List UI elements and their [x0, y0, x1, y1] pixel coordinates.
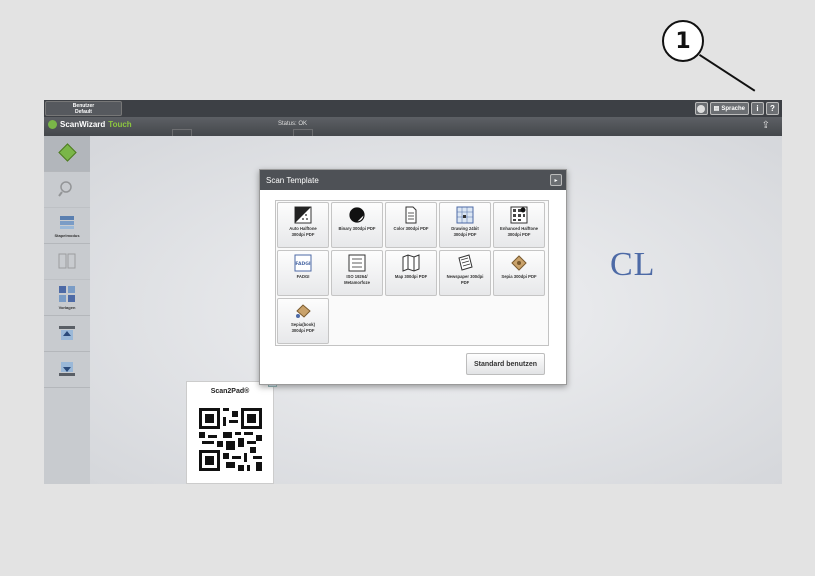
top-bar: Benutzer Default ▤ Sprache i ?	[44, 100, 782, 117]
settings-button[interactable]	[694, 102, 708, 115]
template-tile-drawing[interactable]: Drawing 24bit 300dpi PDF	[439, 202, 491, 248]
template-tile-color[interactable]: Color 300dpi PDF	[385, 202, 437, 248]
template-tile-auto-halftone[interactable]: Auto Halftone 300dpi PDF	[277, 202, 329, 248]
template-label: Newspaper 300dpi PDF	[446, 274, 484, 285]
sepia-icon	[511, 255, 527, 271]
template-tile-newspaper[interactable]: Newspaper 300dpi PDF	[439, 250, 491, 296]
scan2pad-title: Scan2Pad®	[210, 388, 250, 395]
main-toolbar: ScanWizard Touch Status: OK ⇪	[44, 117, 782, 138]
template-label: Binary 300dpi PDF	[338, 226, 376, 231]
document-icon	[405, 206, 417, 224]
sprache-button[interactable]: ▤ Sprache	[709, 102, 749, 115]
template-grid: Auto Halftone 300dpi PDF Binary 300dpi PD…	[275, 200, 549, 346]
template-tile-sepia[interactable]: Sepia 300dpi PDF	[493, 250, 545, 296]
binary-icon	[349, 207, 365, 223]
fadgi-icon: FADGI	[294, 254, 312, 272]
template-label: Drawing 24bit 300dpi PDF	[451, 226, 479, 237]
map-icon	[402, 254, 420, 272]
dialog-header: Scan Template ▸	[260, 170, 566, 190]
info-icon: i	[756, 104, 759, 113]
template-label: Sepia 300dpi PDF	[501, 274, 537, 279]
dialog-title: Scan Template	[266, 175, 319, 185]
sepia-book-icon	[296, 304, 311, 318]
template-label: Auto Halftone 300dpi PDF	[289, 226, 317, 237]
sidebar: Stapelmodus Vorlagen	[44, 136, 90, 484]
sprache-label: Sprache	[721, 105, 745, 112]
sidebar-item-zoom[interactable]	[44, 172, 90, 208]
dialog-collapse-button[interactable]: ▸	[550, 174, 562, 186]
language-icon: ▤	[713, 106, 720, 112]
sidebar-item-label: Vorlagen	[58, 305, 76, 310]
brand: ScanWizard Touch	[48, 120, 132, 129]
sidebar-item-pages[interactable]	[44, 244, 90, 280]
brand-name: ScanWizard	[60, 120, 106, 129]
sidebar-item-scan-down[interactable]	[44, 352, 90, 388]
sidebar-item-vorlagen[interactable]: Vorlagen	[44, 280, 90, 316]
template-label: Sepia(book) 300dpi PDF	[291, 322, 315, 333]
template-tile-sepia-book[interactable]: Sepia(book) 300dpi PDF	[277, 298, 329, 344]
stack-icon	[60, 216, 74, 229]
template-tile-iso[interactable]: ISO 19264/Metamorfoze	[331, 250, 383, 296]
zoom-icon	[58, 180, 72, 197]
sidebar-item-scan-start[interactable]	[44, 136, 90, 172]
brand-accent: Touch	[108, 120, 132, 129]
status-text: Status: OK	[278, 121, 308, 127]
scan-template-dialog: Scan Template ▸ Auto Halftone 300dpi PDF …	[259, 169, 567, 385]
top-right-controls: ▤ Sprache i ?	[694, 102, 779, 115]
template-label: Color 300dpi PDF	[393, 226, 429, 231]
template-tile-enhanced-halftone[interactable]: Enhanced Halftone 300dpi PDF	[493, 202, 545, 248]
scan-down-icon	[59, 361, 75, 376]
upload-icon[interactable]: ⇪	[762, 120, 770, 131]
help-button[interactable]: ?	[766, 102, 779, 115]
template-tile-fadgi[interactable]: FADGI FADGI	[277, 250, 329, 296]
sidebar-item-stapelmodus[interactable]: Stapelmodus	[44, 208, 90, 244]
template-label: ISO 19264/Metamorfoze	[344, 274, 370, 285]
brand-logo-icon	[48, 120, 57, 129]
svg-text:FADGI: FADGI	[295, 261, 310, 267]
halftone-icon	[294, 206, 312, 224]
template-tile-map[interactable]: Map 300dpi PDF	[385, 250, 437, 296]
template-tile-binary[interactable]: Binary 300dpi PDF	[331, 202, 383, 248]
sidebar-item-scan-up[interactable]	[44, 316, 90, 352]
chevron-right-icon: ▸	[554, 177, 558, 184]
templates-icon	[59, 286, 75, 302]
template-label: Map 300dpi PDF	[394, 274, 428, 279]
iso-icon	[348, 254, 366, 272]
user-button[interactable]: Benutzer Default	[45, 101, 122, 116]
scan2pad-panel: Scan2Pad®	[186, 378, 277, 484]
standard-benutzen-button[interactable]: Standard benutzen	[466, 353, 545, 375]
settings-icon	[697, 104, 706, 113]
callout-number: 1	[675, 28, 691, 54]
info-button[interactable]: i	[751, 102, 764, 115]
template-label: Enhanced Halftone 300dpi PDF	[500, 226, 538, 237]
user-profile-name: Default	[75, 109, 92, 115]
callout-marker: 1	[662, 20, 704, 62]
scan-start-icon	[57, 143, 77, 162]
pages-icon	[58, 253, 76, 268]
drawing-icon	[456, 206, 474, 224]
scan-up-icon	[59, 325, 75, 340]
enhanced-halftone-icon	[510, 206, 528, 224]
newspaper-icon	[458, 254, 473, 271]
qr-code-icon	[199, 408, 262, 471]
sidebar-item-label: Stapelmodus	[54, 233, 80, 238]
help-icon: ?	[770, 104, 775, 113]
callout-line	[698, 54, 756, 92]
template-label: FADGI	[296, 274, 310, 279]
background-text: CL	[610, 246, 656, 283]
